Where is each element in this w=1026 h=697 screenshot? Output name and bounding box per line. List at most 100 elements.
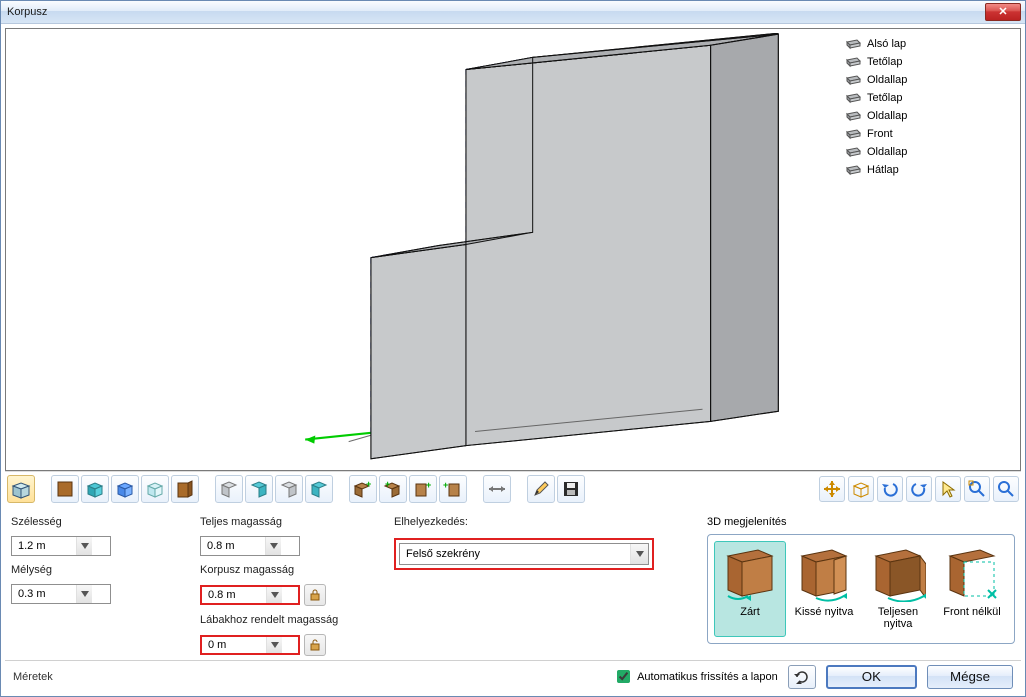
tool-front-brown[interactable] xyxy=(51,475,79,503)
footer-tab-label: Méretek xyxy=(13,671,53,683)
panel-icon xyxy=(845,146,861,158)
list-item-label: Oldallap xyxy=(867,110,907,122)
close-icon: ✕ xyxy=(998,7,1007,18)
panel-icon xyxy=(845,74,861,86)
list-item[interactable]: Alsó lap xyxy=(845,35,1016,53)
cancel-button[interactable]: Mégse xyxy=(927,665,1013,689)
tool-add-1[interactable]: + xyxy=(349,475,377,503)
preview3d-items: Zárt Kissé nyitva xyxy=(707,534,1015,644)
titlebar: Korpusz ✕ xyxy=(1,1,1025,24)
window-close-button[interactable]: ✕ xyxy=(985,3,1021,21)
3d-viewport[interactable] xyxy=(10,33,839,466)
preview-caption: Front nélkül xyxy=(943,606,1000,632)
dialog-window: Korpusz ✕ xyxy=(0,0,1026,697)
tool-3d-cyan[interactable] xyxy=(81,475,109,503)
tool-move-3d[interactable] xyxy=(819,476,845,502)
placement-highlight: Felső szekrény xyxy=(394,538,654,570)
width-label: Szélesség xyxy=(11,516,176,528)
tool-wire-box[interactable] xyxy=(848,476,874,502)
svg-text:+: + xyxy=(366,479,371,489)
chevron-down-icon[interactable] xyxy=(266,637,282,653)
tool-undo[interactable] xyxy=(877,476,903,502)
chevron-down-icon[interactable] xyxy=(76,585,92,603)
unlock-icon xyxy=(309,639,321,651)
full-height-combo[interactable] xyxy=(200,536,300,556)
list-item[interactable]: Tetőlap xyxy=(845,89,1016,107)
titlebar-title: Korpusz xyxy=(7,6,47,18)
lock-corpus-height-button[interactable] xyxy=(304,584,326,606)
tool-save[interactable] xyxy=(557,475,585,503)
auto-refresh-label: Automatikus frissítés a lapon xyxy=(637,671,778,683)
preview-caption: Teljesen nyitva xyxy=(865,606,931,632)
panel-icon xyxy=(845,38,861,50)
list-item[interactable]: Hátlap xyxy=(845,161,1016,179)
refresh-button[interactable] xyxy=(788,665,816,689)
lock-legs-height-button[interactable] xyxy=(304,634,326,656)
tool-cursor[interactable] xyxy=(935,476,961,502)
preview3d-label: 3D megjelenítés xyxy=(707,516,1015,528)
chevron-down-icon[interactable] xyxy=(266,587,282,603)
list-item[interactable]: Oldallap xyxy=(845,71,1016,89)
preview-kisse-nyitva[interactable]: Kissé nyitva xyxy=(788,541,860,637)
svg-text:+: + xyxy=(443,480,448,490)
tool-zoom-in[interactable] xyxy=(993,476,1019,502)
ok-button[interactable]: OK xyxy=(826,665,917,689)
tool-panel-3d-2[interactable] xyxy=(245,475,273,503)
tool-add-2[interactable]: + xyxy=(379,475,407,503)
tool-pencil[interactable] xyxy=(527,475,555,503)
list-item[interactable]: Front xyxy=(845,125,1016,143)
width-input-combo[interactable] xyxy=(11,536,111,556)
auto-refresh-checkbox[interactable] xyxy=(617,670,630,683)
tool-panel-brown[interactable] xyxy=(171,475,199,503)
heights-column: Teljes magasság Korpusz magasság xyxy=(200,516,370,656)
panel-icon xyxy=(845,110,861,122)
tool-3d-glass[interactable] xyxy=(141,475,169,503)
depth-label: Mélység xyxy=(11,564,176,576)
preview-front-nelkul[interactable]: Front nélkül xyxy=(936,541,1008,637)
width-input[interactable] xyxy=(16,537,76,555)
corpus-height-combo[interactable] xyxy=(200,585,300,605)
upper-panel: Alsó lap Tetőlap Oldallap Tetőlap Oldall… xyxy=(5,28,1021,471)
parts-list[interactable]: Alsó lap Tetőlap Oldallap Tetőlap Oldall… xyxy=(841,33,1016,466)
toolbar: + + + + xyxy=(5,471,1021,506)
cabinet-closed-icon xyxy=(722,546,778,602)
tool-add-4[interactable]: + xyxy=(439,475,467,503)
list-item-label: Alsó lap xyxy=(867,38,906,50)
svg-text:+: + xyxy=(385,479,390,489)
chevron-down-icon[interactable] xyxy=(265,537,281,555)
list-item-label: Tetőlap xyxy=(867,92,902,104)
chevron-down-icon[interactable] xyxy=(630,544,648,564)
preview3d-section: 3D megjelenítés Zárt xyxy=(707,516,1015,644)
list-item[interactable]: Oldallap xyxy=(845,107,1016,125)
tool-add-3[interactable]: + xyxy=(409,475,437,503)
list-item-label: Front xyxy=(867,128,893,140)
list-item[interactable]: Oldallap xyxy=(845,143,1016,161)
placement-label: Elhelyezkedés: xyxy=(394,516,654,528)
depth-input-combo[interactable] xyxy=(11,584,111,604)
depth-input[interactable] xyxy=(16,585,76,603)
tool-panel-3d-3[interactable] xyxy=(275,475,303,503)
lock-icon xyxy=(309,589,321,601)
chevron-down-icon[interactable] xyxy=(76,537,92,555)
tool-redo[interactable] xyxy=(906,476,932,502)
legs-height-label: Lábakhoz rendelt magasság xyxy=(200,614,370,626)
panel-icon xyxy=(845,56,861,68)
tool-zoom-fit[interactable] xyxy=(964,476,990,502)
legs-height-combo[interactable] xyxy=(200,635,300,655)
list-item-label: Tetőlap xyxy=(867,56,902,68)
tool-base-3d[interactable] xyxy=(7,475,35,503)
cabinet-no-front-icon xyxy=(944,546,1000,602)
panel-icon xyxy=(845,164,861,176)
tool-3d-blue[interactable] xyxy=(111,475,139,503)
full-height-input[interactable] xyxy=(205,537,265,555)
preview-zart[interactable]: Zárt xyxy=(714,541,786,637)
corpus-height-input[interactable] xyxy=(206,587,266,603)
list-item[interactable]: Tetőlap xyxy=(845,53,1016,71)
legs-height-input[interactable] xyxy=(206,637,266,653)
corpus-3d-svg xyxy=(10,33,839,466)
tool-move-horiz[interactable] xyxy=(483,475,511,503)
placement-combo[interactable]: Felső szekrény xyxy=(399,543,649,565)
preview-teljesen-nyitva[interactable]: Teljesen nyitva xyxy=(862,541,934,637)
tool-panel-3d-4[interactable] xyxy=(305,475,333,503)
tool-panel-3d-1[interactable] xyxy=(215,475,243,503)
